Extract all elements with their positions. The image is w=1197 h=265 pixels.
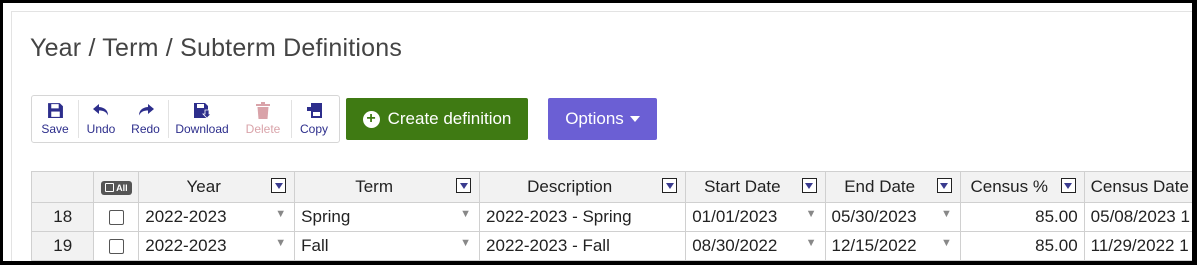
- undo-icon: [91, 100, 111, 120]
- undo-label: Undo: [86, 122, 116, 136]
- save-label: Save: [41, 122, 69, 136]
- row-checkbox[interactable]: [108, 239, 124, 255]
- census-date-cell[interactable]: 11/29/2022 1: [1083, 231, 1192, 261]
- dropdown-arrow-icon[interactable]: ▼: [941, 237, 952, 249]
- census-date-cell[interactable]: 05/08/2023 1: [1083, 202, 1192, 232]
- dropdown-arrow-icon[interactable]: ▼: [275, 208, 286, 220]
- census-pct-cell[interactable]: 85.00: [959, 202, 1085, 232]
- create-definition-label: Create definition: [387, 109, 512, 128]
- select-all-label: All: [116, 182, 128, 193]
- term-value: Spring: [301, 207, 351, 226]
- copy-icon: [304, 100, 324, 120]
- redo-label: Redo: [131, 122, 160, 136]
- dropdown-arrow-icon[interactable]: ▼: [806, 208, 817, 220]
- column-label-year: Year: [186, 177, 221, 196]
- download-button[interactable]: Download: [169, 96, 235, 142]
- row-number-header: [30, 171, 95, 203]
- end-date-cell[interactable]: 12/15/2022 ▼: [824, 231, 961, 261]
- column-header-year[interactable]: Year: [138, 171, 296, 203]
- save-icon: [45, 100, 65, 120]
- edit-toolbar: Save Undo Redo Download Delete Copy: [31, 95, 340, 143]
- table-row: 18 2022-2023 ▼ Spring ▼ 2022-2023 - Spring…: [30, 202, 1192, 232]
- column-header-census-pct[interactable]: Census %: [959, 171, 1085, 203]
- trash-icon: [253, 100, 273, 120]
- column-label-start-date: Start Date: [704, 177, 781, 196]
- column-header-start-date[interactable]: Start Date: [685, 171, 826, 203]
- save-button[interactable]: Save: [32, 96, 78, 142]
- column-label-census-pct: Census %: [970, 177, 1048, 196]
- column-label-census-date: Census Date: [1090, 177, 1189, 196]
- column-label-description: Description: [527, 177, 613, 196]
- row-select-cell: [93, 202, 140, 232]
- delete-button[interactable]: Delete: [235, 96, 291, 142]
- description-cell[interactable]: 2022-2023 - Fall: [479, 231, 687, 261]
- options-button[interactable]: Options: [548, 98, 657, 140]
- term-value: Fall: [301, 236, 329, 255]
- year-value: 2022-2023: [145, 207, 227, 226]
- page-title: Year / Term / Subterm Definitions: [30, 34, 403, 62]
- column-header-description[interactable]: Description: [479, 171, 687, 203]
- start-date-value: 01/01/2023: [692, 207, 778, 226]
- column-label-end-date: End Date: [844, 177, 916, 196]
- filter-dropdown-icon[interactable]: [271, 178, 287, 193]
- year-value: 2022-2023: [145, 236, 227, 255]
- caret-down-icon: [629, 116, 640, 122]
- filter-dropdown-icon[interactable]: [662, 178, 678, 193]
- description-cell[interactable]: 2022-2023 - Spring: [479, 202, 687, 232]
- header-row: All Year Term Description Start Date End…: [30, 171, 1192, 203]
- year-cell[interactable]: 2022-2023 ▼: [138, 231, 296, 261]
- dropdown-arrow-icon[interactable]: ▼: [460, 208, 471, 220]
- end-date-value: 12/15/2022: [831, 236, 917, 255]
- filter-dropdown-icon[interactable]: [456, 178, 472, 193]
- dropdown-arrow-icon[interactable]: ▼: [275, 237, 286, 249]
- row-number: 19: [30, 231, 95, 261]
- column-header-term[interactable]: Term: [294, 171, 481, 203]
- delete-label: Delete: [245, 122, 281, 136]
- column-label-term: Term: [355, 177, 393, 196]
- options-label: Options: [565, 109, 624, 128]
- definitions-grid: All Year Term Description Start Date End…: [30, 171, 1192, 261]
- select-all-header[interactable]: All: [93, 171, 140, 203]
- start-date-value: 08/30/2022: [692, 236, 778, 255]
- copy-label: Copy: [299, 122, 328, 136]
- checkbox-icon: [105, 183, 115, 192]
- table-row: 19 2022-2023 ▼ Fall ▼ 2022-2023 - Fall 08/…: [30, 231, 1192, 261]
- row-checkbox[interactable]: [108, 210, 124, 226]
- download-icon: [192, 100, 212, 120]
- dropdown-arrow-icon[interactable]: ▼: [941, 208, 952, 220]
- end-date-value: 05/30/2023: [831, 207, 917, 226]
- start-date-cell[interactable]: 08/30/2022 ▼: [685, 231, 826, 261]
- filter-dropdown-icon[interactable]: [801, 178, 817, 193]
- column-header-census-date[interactable]: Census Date: [1083, 171, 1192, 203]
- row-select-cell: [93, 231, 140, 261]
- term-cell[interactable]: Spring ▼: [294, 202, 481, 232]
- create-definition-button[interactable]: + Create definition: [346, 98, 528, 140]
- plus-circle-icon: +: [362, 110, 380, 128]
- year-cell[interactable]: 2022-2023 ▼: [138, 202, 296, 232]
- column-header-end-date[interactable]: End Date: [824, 171, 961, 203]
- start-date-cell[interactable]: 01/01/2023 ▼: [685, 202, 826, 232]
- filter-dropdown-icon[interactable]: [936, 178, 952, 193]
- row-number: 18: [30, 202, 95, 232]
- redo-button[interactable]: Redo: [123, 96, 168, 142]
- filter-dropdown-icon[interactable]: [1060, 178, 1076, 193]
- copy-button[interactable]: Copy: [292, 96, 336, 142]
- census-pct-cell[interactable]: 85.00: [959, 231, 1085, 261]
- download-label: Download: [175, 122, 229, 136]
- end-date-cell[interactable]: 05/30/2023 ▼: [824, 202, 961, 232]
- content-panel: Year / Term / Subterm Definitions Save U…: [11, 11, 1192, 261]
- window-frame: Year / Term / Subterm Definitions Save U…: [3, 3, 1192, 261]
- redo-icon: [136, 100, 156, 120]
- undo-button[interactable]: Undo: [79, 96, 123, 142]
- select-all-button[interactable]: All: [101, 180, 132, 195]
- term-cell[interactable]: Fall ▼: [294, 231, 481, 261]
- dropdown-arrow-icon[interactable]: ▼: [806, 237, 817, 249]
- dropdown-arrow-icon[interactable]: ▼: [460, 237, 471, 249]
